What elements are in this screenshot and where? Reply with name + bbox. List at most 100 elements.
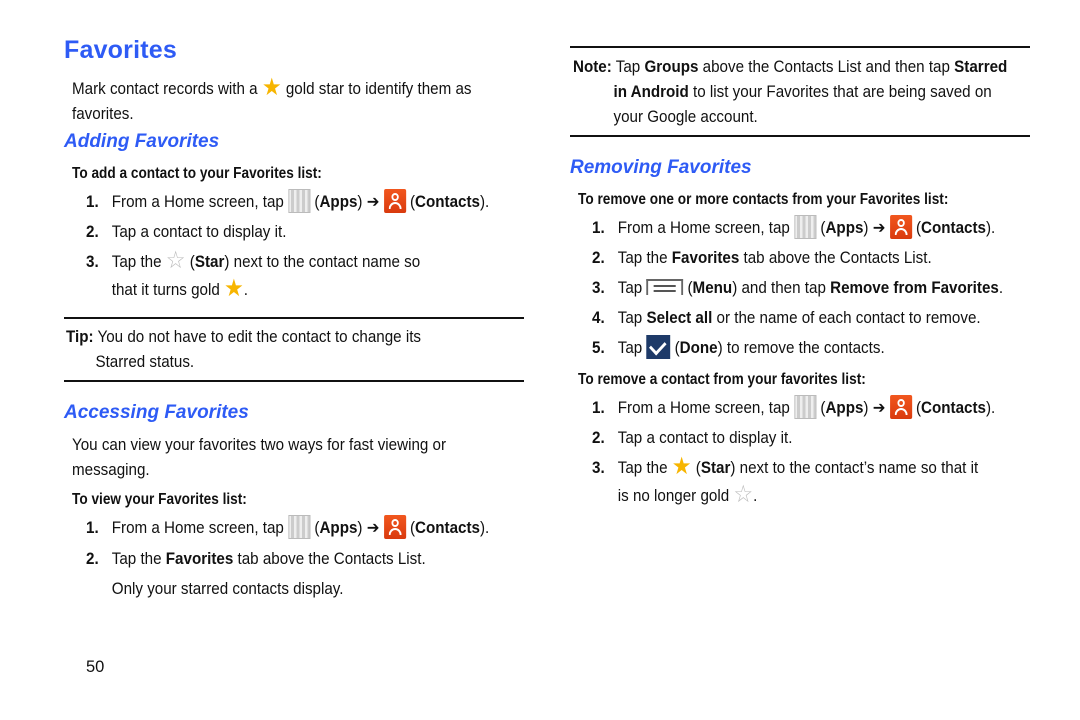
procedure-title-remove-single: To remove a contact from your favorites … [578, 371, 866, 388]
step-text: tab above the Contacts List. [743, 249, 932, 267]
step-text: From a Home screen, tap [617, 399, 790, 417]
apps-label: Apps [319, 519, 358, 537]
tip-text-2: Starred status. [95, 353, 195, 371]
note-text-3: your Google account. [613, 108, 758, 126]
step-text: From a Home screen, tap [617, 219, 790, 237]
step-text: Tap the [111, 253, 162, 271]
gold-star-icon: ★ [261, 74, 282, 101]
step-number: 3. [592, 279, 605, 297]
intro-paragraph: Mark contact records with a ★ gold star … [72, 75, 471, 127]
step-text: ) and then tap [732, 279, 826, 297]
apps-icon [794, 394, 817, 419]
remove-step-1: 1. From a Home screen, tap (Apps) ➔ (Cont… [592, 214, 995, 242]
contacts-label: Contacts [921, 219, 986, 237]
step-text: Tap [617, 309, 643, 327]
remove-step-3: 3. Tap (Menu) and then tap Remove from Fa… [592, 274, 1003, 302]
step-number: 2. [86, 550, 99, 568]
step-text: or the name of each contact to remove. [716, 309, 981, 327]
contacts-label: Contacts [921, 399, 986, 417]
step-text: Tap the [617, 249, 668, 267]
remove-step-2: 2. Tap the Favorites tab above the Contac… [592, 244, 932, 272]
step-number: 5. [592, 339, 605, 357]
step-text: Tap a contact to display it. [111, 223, 287, 241]
apps-label: Apps [825, 219, 864, 237]
step-text: ) next to the contact’s name so that it [730, 459, 979, 477]
favorites-tab-label: Favorites [165, 550, 234, 568]
step-text: From a Home screen, tap [111, 193, 284, 211]
apps-icon [288, 188, 311, 213]
add-step-3: 3. Tap the ☆ (Star) next to the contact n… [86, 247, 421, 302]
arrow-icon: ➔ [872, 399, 886, 417]
tip-rule-bottom [64, 380, 524, 382]
page-number: 50 [86, 658, 105, 676]
contacts-label: Contacts [415, 519, 480, 537]
tip-text: You do not have to edit the contact to c… [97, 328, 422, 346]
tip-label: Tip: [66, 328, 94, 346]
note-box: Note: Tap Groups above the Contacts List… [573, 55, 1007, 130]
step-number: 3. [86, 253, 99, 271]
step-text: Tap [617, 279, 643, 297]
step-number: 4. [592, 309, 605, 327]
step-text: From a Home screen, tap [111, 519, 284, 537]
select-all-label: Select all [646, 309, 713, 327]
gold-star-icon: ★ [671, 453, 692, 480]
punct: ). [985, 399, 996, 417]
punct: ). [479, 519, 490, 537]
remove-single-step-1: 1. From a Home screen, tap (Apps) ➔ (Cont… [592, 394, 995, 422]
note-text: Tap [615, 58, 641, 76]
note-label: Note: [573, 58, 612, 76]
para-text: messaging. [72, 461, 150, 479]
step-number: 2. [86, 223, 99, 241]
step-number: 2. [592, 249, 605, 267]
add-step-1: 1. From a Home screen, tap (Apps) ➔ (Cont… [86, 188, 489, 216]
accessing-paragraph: You can view your favorites two ways for… [72, 433, 446, 483]
step-text: Tap a contact to display it. [617, 429, 793, 447]
apps-label: Apps [825, 399, 864, 417]
step-number: 1. [86, 193, 99, 211]
tip-rule-top [64, 317, 524, 319]
arrow-icon: ➔ [872, 219, 886, 237]
apps-label: Apps [319, 193, 358, 211]
remove-single-step-3: 3. Tap the ★ (Star) next to the contact’s… [592, 453, 979, 508]
note-rule-bottom [570, 135, 1030, 137]
step-text: ) next to the contact name so [224, 253, 421, 271]
step-text: tab above the Contacts List. [237, 550, 426, 568]
apps-icon [288, 514, 311, 539]
heading-adding-favorites: Adding Favorites [64, 131, 220, 152]
contacts-icon [383, 188, 406, 213]
intro-text-a: Mark contact records with a [72, 80, 258, 98]
arrow-icon: ➔ [366, 193, 380, 211]
step-text: Tap the [617, 459, 668, 477]
intro-text-c: favorites. [72, 105, 134, 123]
step-text: Tap the [111, 550, 162, 568]
intro-text-b: gold star to identify them as [285, 80, 472, 98]
star-outline-icon: ☆ [733, 481, 754, 508]
apps-icon [794, 214, 817, 239]
punct: . [753, 487, 758, 505]
gold-star-icon: ★ [224, 275, 244, 302]
remove-single-step-2: 2. Tap a contact to display it. [592, 424, 792, 452]
view-step-1: 1. From a Home screen, tap (Apps) ➔ (Cont… [86, 514, 489, 542]
in-android-label: in Android [613, 83, 689, 101]
para-text: You can view your favorites two ways for… [72, 436, 447, 454]
starred-label: Starred [954, 58, 1008, 76]
page-title: Favorites [64, 36, 177, 64]
procedure-title-remove-multiple: To remove one or more contacts from your… [578, 191, 949, 208]
done-label: Done [679, 339, 718, 357]
groups-label: Groups [644, 58, 699, 76]
favorites-tab-label: Favorites [671, 249, 740, 267]
view-step-2: 2. Tap the Favorites tab above the Contac… [86, 544, 426, 604]
step-text: Tap [617, 339, 643, 357]
done-checkmark-icon [646, 334, 671, 359]
menu-label: Menu [692, 279, 733, 297]
step-number: 1. [592, 219, 605, 237]
step-number: 1. [592, 399, 605, 417]
heading-removing-favorites: Removing Favorites [570, 157, 752, 178]
step-number: 2. [592, 429, 605, 447]
step-text: ) to remove the contacts. [717, 339, 885, 357]
punct: ). [985, 219, 996, 237]
punct: . [998, 279, 1004, 297]
star-label: Star [700, 459, 731, 477]
note-text: above the Contacts List and then tap [702, 58, 950, 76]
star-outline-icon: ☆ [165, 247, 186, 274]
